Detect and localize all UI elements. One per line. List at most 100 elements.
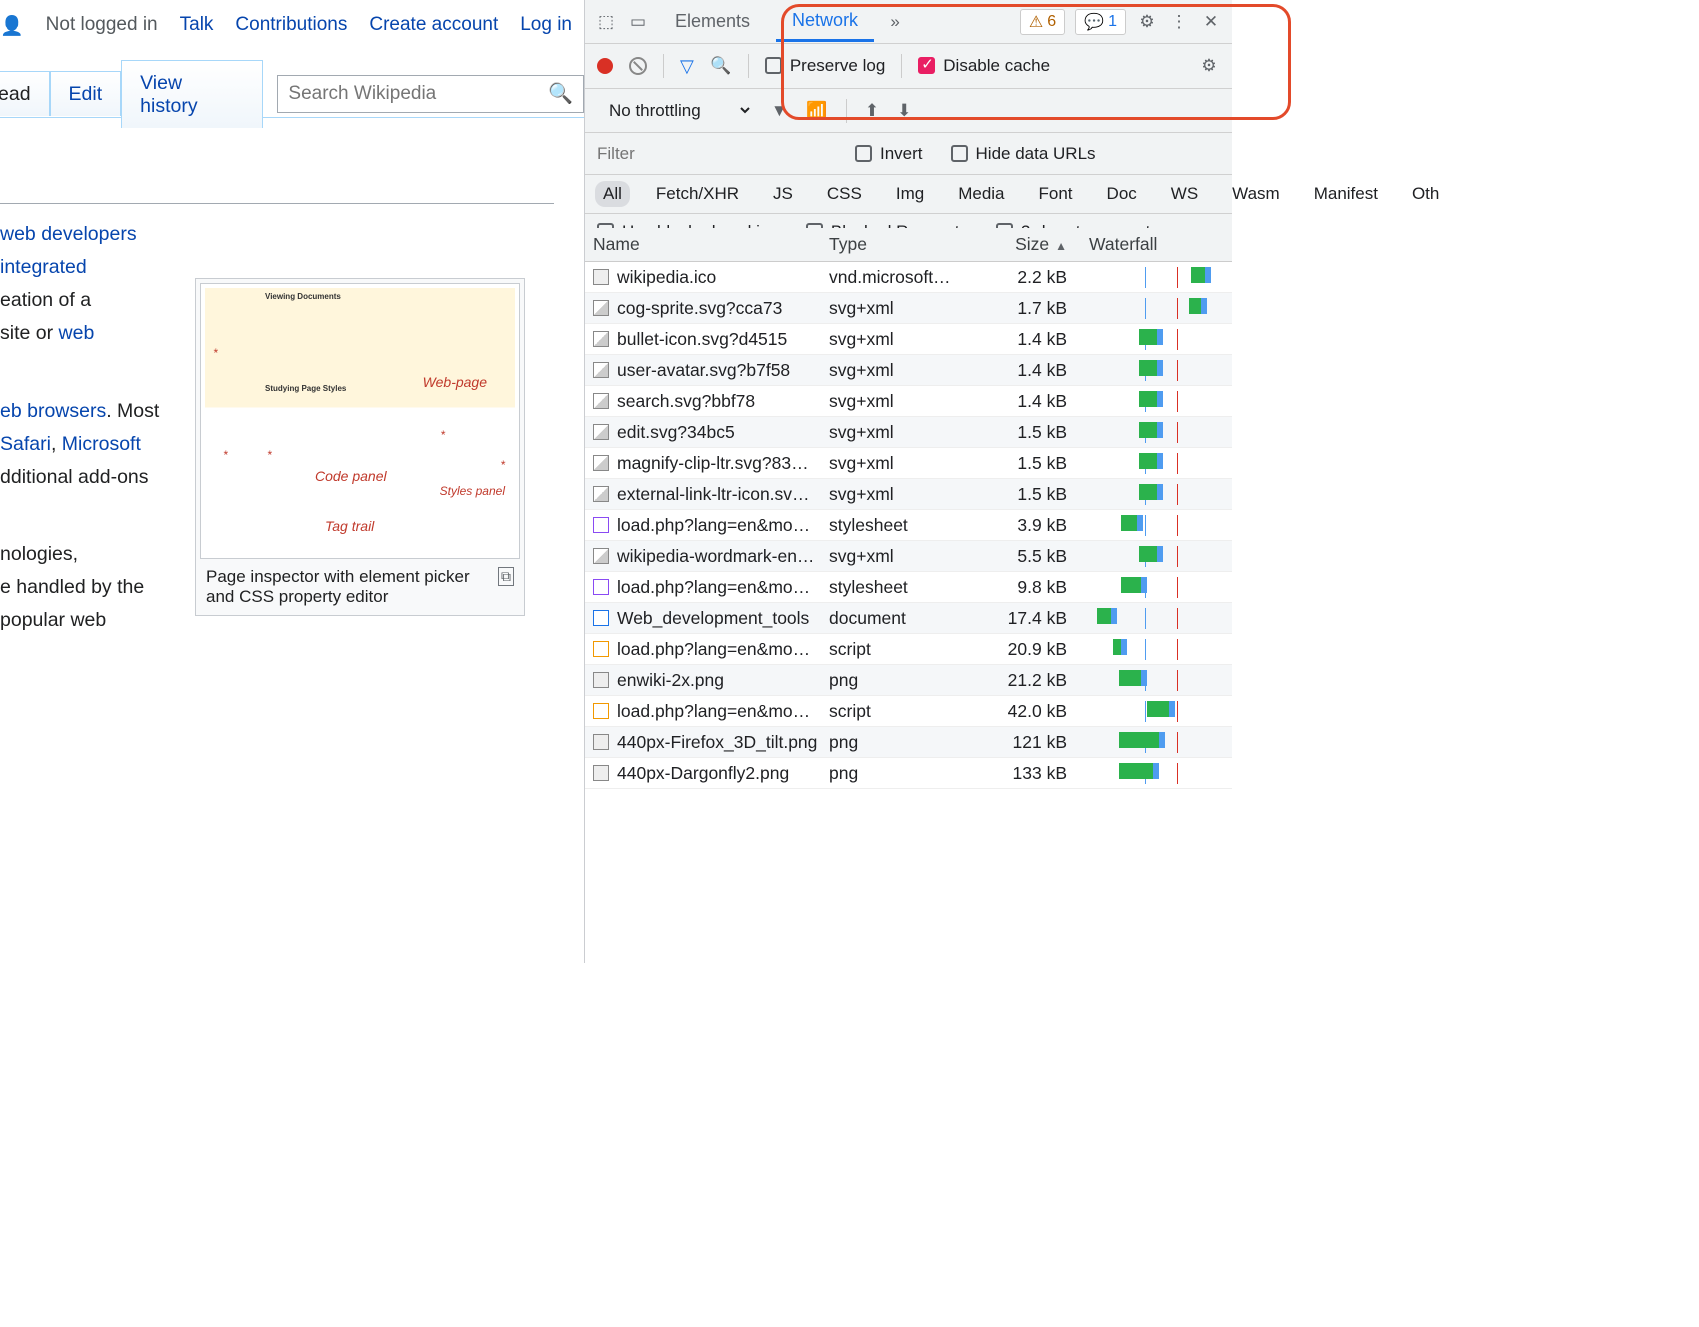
table-row[interactable]: 440px-Firefox_3D_tilt.pngpng121 kB bbox=[585, 727, 1232, 758]
col-type[interactable]: Type bbox=[829, 234, 969, 255]
network-settings-icon[interactable]: ⚙ bbox=[1198, 56, 1220, 76]
search-box[interactable]: 🔍 bbox=[277, 75, 584, 113]
chip-font[interactable]: Font bbox=[1031, 181, 1081, 207]
filter-input[interactable] bbox=[597, 144, 827, 164]
chip-media[interactable]: Media bbox=[950, 181, 1012, 207]
request-name: user-avatar.svg?b7f58 bbox=[617, 360, 790, 381]
tab-network[interactable]: Network bbox=[776, 2, 874, 42]
link-eb-browsers[interactable]: eb browsers bbox=[0, 400, 106, 422]
col-name[interactable]: Name bbox=[585, 234, 829, 255]
settings-icon[interactable]: ⚙ bbox=[1136, 12, 1158, 32]
request-size: 1.4 kB bbox=[969, 391, 1081, 412]
download-har-icon[interactable]: ⬇ bbox=[897, 101, 911, 121]
request-type: png bbox=[829, 763, 969, 784]
file-type-icon bbox=[593, 424, 609, 440]
file-type-icon bbox=[593, 703, 609, 719]
link-integrated[interactable]: integrated bbox=[0, 256, 87, 278]
chip-oth[interactable]: Oth bbox=[1404, 181, 1447, 207]
chip-manifest[interactable]: Manifest bbox=[1306, 181, 1386, 207]
chip-wasm[interactable]: Wasm bbox=[1224, 181, 1288, 207]
clear-button[interactable] bbox=[629, 57, 647, 75]
request-name: load.php?lang=en&mo… bbox=[617, 515, 810, 536]
waterfall-cell bbox=[1089, 453, 1232, 474]
close-icon[interactable]: ✕ bbox=[1200, 12, 1222, 32]
kebab-icon[interactable]: ⋮ bbox=[1168, 12, 1190, 32]
table-row[interactable]: bullet-icon.svg?d4515svg+xml1.4 kB bbox=[585, 324, 1232, 355]
thumbnail-image[interactable]: Viewing Documents Studying Page Styles W… bbox=[200, 283, 520, 559]
col-size[interactable]: Size▲ bbox=[969, 234, 1081, 255]
devtools-panel: ⬚ ▭ Elements Network » ⚠ 6 💬 1 ⚙ ⋮ ✕ ▽ 🔍… bbox=[584, 0, 1232, 963]
messages-badge[interactable]: 💬 1 bbox=[1075, 9, 1126, 35]
request-size: 3.9 kB bbox=[969, 515, 1081, 536]
preserve-log-checkbox[interactable]: Preserve log bbox=[765, 56, 885, 76]
table-row[interactable]: external-link-ltr-icon.sv…svg+xml1.5 kB bbox=[585, 479, 1232, 510]
chip-img[interactable]: Img bbox=[888, 181, 932, 207]
table-row[interactable]: load.php?lang=en&mo…stylesheet9.8 kB bbox=[585, 572, 1232, 603]
waterfall-cell bbox=[1089, 298, 1232, 319]
record-button[interactable] bbox=[597, 58, 613, 74]
tab-edit[interactable]: Edit bbox=[50, 71, 122, 116]
table-row[interactable]: wikipedia-wordmark-en…svg+xml5.5 kB bbox=[585, 541, 1232, 572]
invert-checkbox[interactable]: Invert bbox=[855, 144, 923, 164]
search-icon[interactable]: 🔍 bbox=[710, 56, 732, 76]
request-type: svg+xml bbox=[829, 453, 969, 474]
chip-js[interactable]: JS bbox=[765, 181, 801, 207]
table-row[interactable]: load.php?lang=en&mo…stylesheet3.9 kB bbox=[585, 510, 1232, 541]
col-waterfall[interactable]: Waterfall bbox=[1081, 234, 1232, 255]
table-row[interactable]: wikipedia.icovnd.microsoft…2.2 kB bbox=[585, 262, 1232, 293]
request-name: enwiki-2x.png bbox=[617, 670, 724, 691]
upload-har-icon[interactable]: ⬆ bbox=[865, 101, 879, 121]
chip-all[interactable]: All bbox=[595, 181, 630, 207]
chip-doc[interactable]: Doc bbox=[1099, 181, 1145, 207]
table-row[interactable]: 440px-Dargonfly2.pngpng133 kB bbox=[585, 758, 1232, 789]
table-row[interactable]: magnify-clip-ltr.svg?83…svg+xml1.5 kB bbox=[585, 448, 1232, 479]
chip-fetchxhr[interactable]: Fetch/XHR bbox=[648, 181, 747, 207]
tab-elements[interactable]: Elements bbox=[659, 3, 766, 40]
enlarge-icon[interactable]: ⧉ bbox=[498, 567, 514, 586]
table-row[interactable]: cog-sprite.svg?cca73svg+xml1.7 kB bbox=[585, 293, 1232, 324]
hide-data-urls-checkbox[interactable]: Hide data URLs bbox=[951, 144, 1096, 164]
link-microsoft[interactable]: Microsoft bbox=[62, 433, 141, 455]
login-link[interactable]: Log in bbox=[520, 14, 572, 38]
create-account-link[interactable]: Create account bbox=[369, 14, 498, 38]
table-row[interactable]: load.php?lang=en&mo…script20.9 kB bbox=[585, 634, 1232, 665]
inspect-icon[interactable]: ⬚ bbox=[595, 12, 617, 32]
request-name: Web_development_tools bbox=[617, 608, 809, 629]
chip-ws[interactable]: WS bbox=[1163, 181, 1206, 207]
table-row[interactable]: user-avatar.svg?b7f58svg+xml1.4 kB bbox=[585, 355, 1232, 386]
waterfall-cell bbox=[1089, 267, 1232, 288]
link-web-developers[interactable]: web developers bbox=[0, 223, 137, 245]
device-toggle-icon[interactable]: ▭ bbox=[627, 12, 649, 32]
file-type-icon bbox=[593, 362, 609, 378]
throttling-select[interactable]: No throttling bbox=[597, 94, 753, 127]
chip-css[interactable]: CSS bbox=[819, 181, 870, 207]
search-input[interactable] bbox=[288, 83, 548, 105]
table-row[interactable]: enwiki-2x.pngpng21.2 kB bbox=[585, 665, 1232, 696]
tab-read[interactable]: ead bbox=[0, 71, 50, 116]
table-row[interactable]: load.php?lang=en&mo…script42.0 kB bbox=[585, 696, 1232, 727]
table-row[interactable]: Web_development_toolsdocument17.4 kB bbox=[585, 603, 1232, 634]
request-type: script bbox=[829, 701, 969, 722]
search-icon[interactable]: 🔍 bbox=[548, 81, 573, 106]
request-size: 133 kB bbox=[969, 763, 1081, 784]
table-row[interactable]: search.svg?bbf78svg+xml1.4 kB bbox=[585, 386, 1232, 417]
request-name: wikipedia.ico bbox=[617, 267, 716, 288]
annotation-tagtrail: Tag trail bbox=[325, 518, 374, 534]
request-name: load.php?lang=en&mo… bbox=[617, 577, 810, 598]
contributions-link[interactable]: Contributions bbox=[235, 14, 347, 38]
file-type-icon bbox=[593, 641, 609, 657]
table-row[interactable]: edit.svg?34bc5svg+xml1.5 kB bbox=[585, 417, 1232, 448]
disable-cache-checkbox[interactable]: Disable cache bbox=[918, 56, 1050, 76]
warnings-badge[interactable]: ⚠ 6 bbox=[1020, 9, 1065, 35]
talk-link[interactable]: Talk bbox=[180, 14, 214, 38]
request-type: png bbox=[829, 670, 969, 691]
request-type: vnd.microsoft… bbox=[829, 267, 969, 288]
wifi-icon[interactable]: 📶 bbox=[806, 101, 828, 121]
link-web[interactable]: web bbox=[59, 322, 95, 344]
more-tabs-icon[interactable]: » bbox=[884, 12, 906, 32]
link-safari[interactable]: Safari bbox=[0, 433, 51, 455]
personal-tools: 👤 Not logged in Talk Contributions Creat… bbox=[0, 14, 584, 38]
tab-view-history[interactable]: View history bbox=[121, 60, 263, 128]
filter-toggle-icon[interactable]: ▽ bbox=[680, 56, 694, 77]
file-type-icon bbox=[593, 455, 609, 471]
